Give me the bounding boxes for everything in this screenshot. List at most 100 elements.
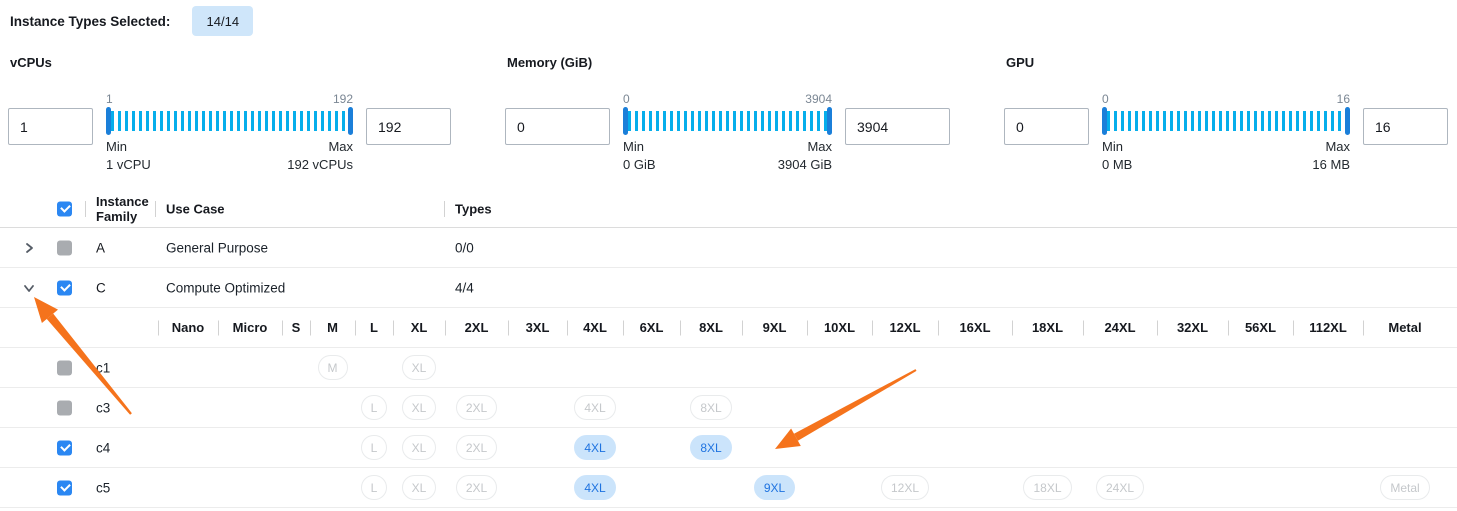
expand-row-button[interactable] [16, 235, 42, 261]
size-badge[interactable]: 2XL [456, 395, 497, 420]
vcpus-max-input[interactable] [366, 108, 451, 145]
header-separator [444, 201, 445, 217]
gpu-slider-handle-min[interactable] [1102, 107, 1107, 135]
size-badge[interactable]: 8XL [690, 395, 731, 420]
size-column-header: 18XL [1012, 308, 1083, 347]
collapse-row-button[interactable] [16, 275, 42, 301]
size-column-header: 4XL [567, 308, 623, 347]
size-header-row: Nano Micro S M L XL 2XL 3XL 4XL 6XL 8XL … [0, 308, 1457, 348]
size-badge[interactable]: 12XL [881, 475, 929, 500]
size-column-header: XL [393, 308, 445, 347]
slider-ticks [1107, 111, 1345, 131]
vcpus-slider[interactable]: 1 192 Min1 vCPU Max192 vCPUs [106, 92, 353, 174]
memory-max-input[interactable] [845, 108, 950, 145]
slider-ticks [111, 111, 348, 131]
instance-checkbox-c4[interactable] [57, 440, 72, 455]
vcpus-title: vCPUs [8, 55, 451, 70]
size-badge[interactable]: Metal [1380, 475, 1429, 500]
column-header-instance-family: Instance Family [96, 194, 152, 224]
memory-slider-handle-max[interactable] [827, 107, 832, 135]
vcpus-scale-min: 1 [106, 92, 113, 106]
instance-checkbox-c1[interactable] [57, 360, 72, 375]
gpu-filter: GPU 0 16 Min0 MB [1004, 55, 1448, 174]
size-column-header: L [355, 308, 393, 347]
family-checkbox-c[interactable] [57, 280, 72, 295]
size-column-header: 12XL [872, 308, 938, 347]
family-row-a: A General Purpose 0/0 [0, 228, 1457, 268]
vcpus-scale-max: 192 [333, 92, 353, 106]
size-column-header: Nano [158, 308, 218, 347]
size-badge[interactable]: XL [402, 355, 437, 380]
instance-checkbox-c3[interactable] [57, 400, 72, 415]
gpu-min-caption: Min0 MB [1102, 138, 1132, 174]
gpu-title: GPU [1004, 55, 1448, 70]
vcpus-min-input[interactable] [8, 108, 93, 145]
vcpus-slider-track[interactable] [106, 109, 353, 133]
gpu-slider-track[interactable] [1102, 109, 1350, 133]
gpu-scale-min: 0 [1102, 92, 1109, 106]
column-header-use-case: Use Case [166, 201, 225, 216]
size-column-header: Metal [1363, 308, 1447, 347]
size-column-header: 8XL [680, 308, 742, 347]
size-badge[interactable]: L [361, 435, 388, 460]
size-badge[interactable]: 4XL [574, 395, 615, 420]
slider-ticks [628, 111, 827, 131]
size-column-header: 3XL [508, 308, 567, 347]
family-name: C [96, 280, 106, 295]
instance-row-c5: c5 L XL 2XL 4XL 9XL 12XL 18XL 24XL Metal [0, 468, 1457, 508]
size-badge[interactable]: M [318, 355, 348, 380]
memory-title: Memory (GiB) [505, 55, 950, 70]
memory-slider-handle-min[interactable] [623, 107, 628, 135]
size-badge[interactable]: L [361, 395, 388, 420]
size-badge-selected[interactable]: 4XL [574, 475, 615, 500]
instance-row-c1: c1 M XL [0, 348, 1457, 388]
size-column-header: 9XL [742, 308, 807, 347]
family-checkbox-a[interactable] [57, 240, 72, 255]
size-badge-selected[interactable]: 9XL [754, 475, 795, 500]
size-badge[interactable]: XL [402, 395, 437, 420]
memory-max-caption: Max3904 GiB [778, 138, 832, 174]
family-name: A [96, 240, 105, 255]
memory-min-input[interactable] [505, 108, 610, 145]
select-all-checkbox[interactable] [57, 201, 72, 216]
gpu-max-input[interactable] [1363, 108, 1448, 145]
instance-family-table: Instance Family Use Case Types A General… [0, 190, 1457, 508]
size-column-header: 2XL [445, 308, 508, 347]
vcpus-slider-handle-max[interactable] [348, 107, 353, 135]
size-badge[interactable]: 2XL [456, 475, 497, 500]
size-badge[interactable]: 18XL [1023, 475, 1071, 500]
size-column-header: 56XL [1228, 308, 1293, 347]
size-column-header: S [282, 308, 310, 347]
filters-row: vCPUs 1 192 Min1 vCPU [0, 55, 1457, 180]
family-types-count: 0/0 [455, 240, 474, 255]
gpu-slider[interactable]: 0 16 Min0 MB Max16 MB [1102, 92, 1350, 174]
memory-slider-track[interactable] [623, 109, 832, 133]
gpu-slider-handle-max[interactable] [1345, 107, 1350, 135]
size-badge[interactable]: XL [402, 475, 437, 500]
column-header-types: Types [455, 201, 492, 216]
vcpus-min-caption: Min1 vCPU [106, 138, 151, 174]
size-badge[interactable]: 2XL [456, 435, 497, 460]
chevron-right-icon [23, 242, 35, 254]
gpu-min-input[interactable] [1004, 108, 1089, 145]
vcpus-slider-handle-min[interactable] [106, 107, 111, 135]
gpu-scale-max: 16 [1337, 92, 1350, 106]
size-column-header: 32XL [1157, 308, 1228, 347]
size-badge-selected[interactable]: 8XL [690, 435, 731, 460]
selected-count-bar: Instance Types Selected: 14/14 [10, 6, 253, 36]
size-badge-selected[interactable]: 4XL [574, 435, 615, 460]
size-column-header: 112XL [1293, 308, 1363, 347]
size-column-header: Micro [218, 308, 282, 347]
size-badge[interactable]: L [361, 475, 388, 500]
size-badge[interactable]: 24XL [1096, 475, 1144, 500]
instance-checkbox-c5[interactable] [57, 480, 72, 495]
memory-slider[interactable]: 0 3904 Min0 GiB Max3904 GiB [623, 92, 832, 174]
family-use-case: General Purpose [166, 240, 268, 255]
instance-name: c3 [96, 400, 110, 415]
selected-count-label: Instance Types Selected: [10, 14, 170, 29]
size-column-header: 16XL [938, 308, 1012, 347]
header-separator [155, 201, 156, 217]
family-types-count: 4/4 [455, 280, 474, 295]
size-badge[interactable]: XL [402, 435, 437, 460]
vcpus-filter: vCPUs 1 192 Min1 vCPU [8, 55, 451, 174]
